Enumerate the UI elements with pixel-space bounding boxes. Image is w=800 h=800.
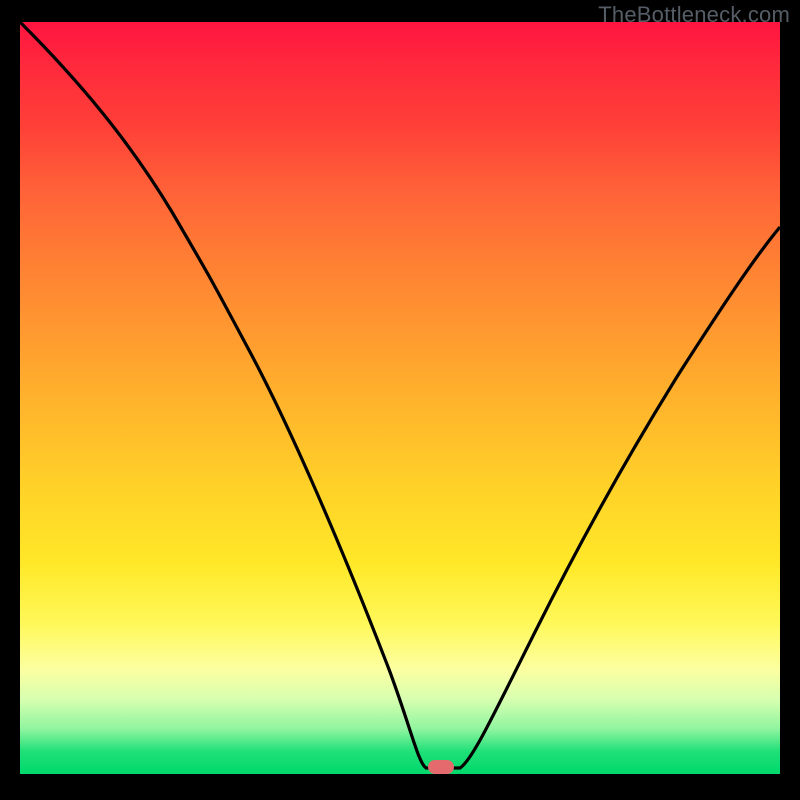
bottleneck-curve (20, 22, 780, 774)
optimal-marker (428, 760, 454, 774)
curve-path (20, 22, 780, 768)
chart-frame: TheBottleneck.com (0, 0, 800, 800)
plot-area (20, 22, 780, 774)
